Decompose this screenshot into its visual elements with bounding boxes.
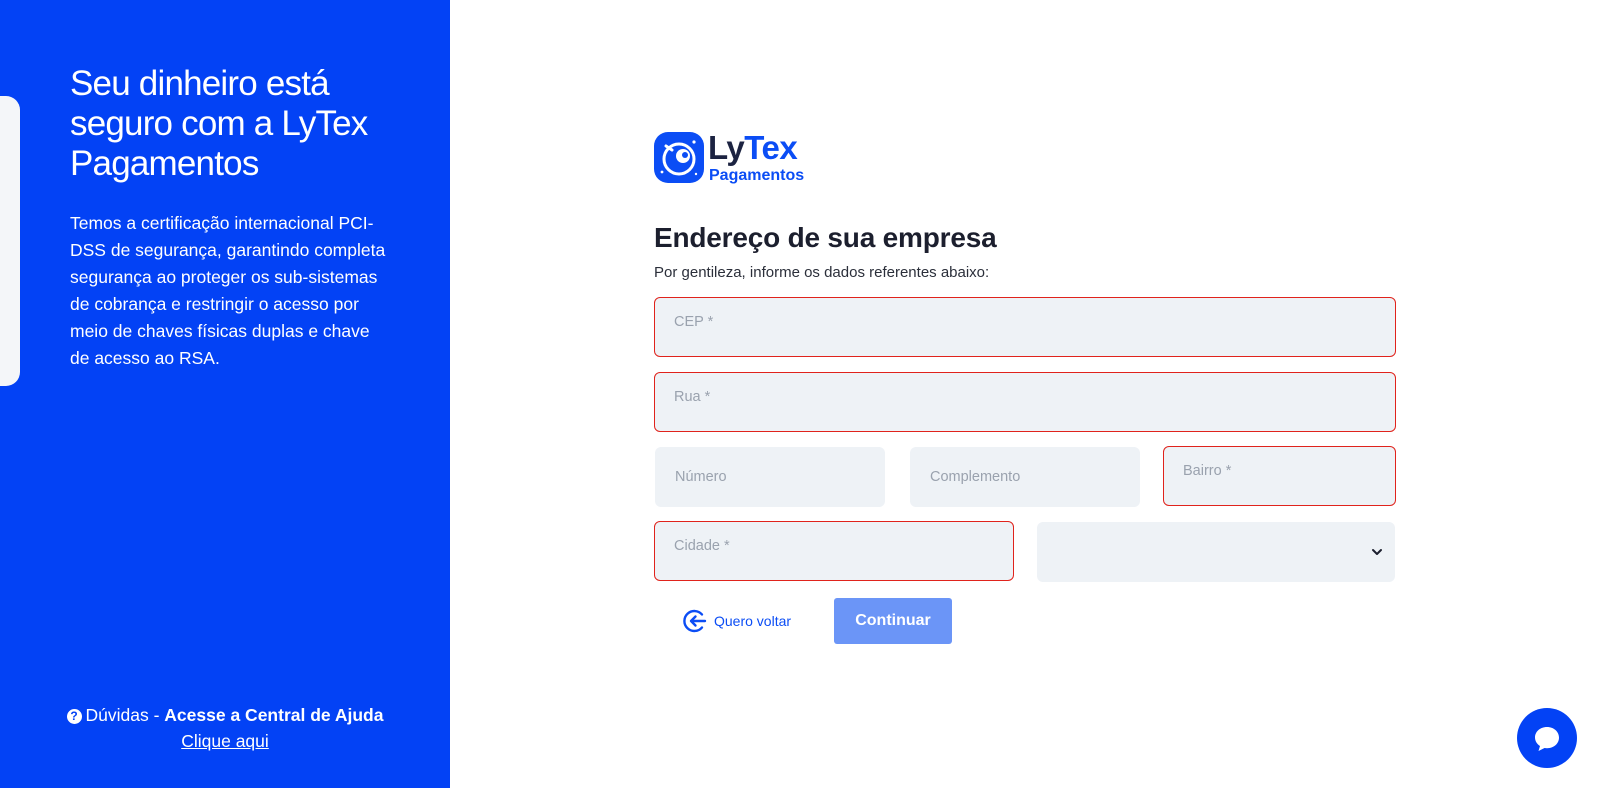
numero-input[interactable] [655,447,885,507]
continue-button[interactable]: Continuar [834,598,952,644]
help-prefix: Dúvidas - [85,705,165,725]
astronaut-icon [654,132,704,183]
logo-subtitle: Pagamentos [709,167,805,184]
left-panel: Seu dinheiro está seguro com a LyTex Pag… [0,0,450,788]
back-button[interactable]: Quero voltar [682,606,791,636]
help-line: ? Dúvidas - Acesse a Central de Ajuda [0,705,450,726]
help-center-link[interactable]: Clique aqui [181,731,269,751]
rua-input[interactable] [654,372,1396,432]
chat-bubble-icon [1535,727,1559,751]
chat-button[interactable] [1517,708,1577,768]
question-circle-icon: ? [66,709,82,724]
back-label: Quero voltar [714,613,792,629]
chevron-down-icon [1372,549,1382,555]
panel-heading: Seu dinheiro está seguro com a LyTex Pag… [70,64,368,183]
panel-description: Temos a certificação internacional PCI-D… [70,213,386,368]
cidade-input[interactable] [654,521,1014,581]
logo-wordmark: LyTex [708,129,798,166]
arrow-left-circle-icon [683,609,707,633]
lytex-logo: LyTex Pagamentos [654,129,824,186]
side-tab[interactable] [0,96,20,386]
help-emphasis: Acesse a Central de Ajuda [164,705,384,725]
form-subtitle: Por gentileza, informe os dados referent… [654,264,990,281]
complemento-input[interactable] [910,447,1140,507]
estado-select[interactable] [1037,522,1395,582]
bairro-input[interactable] [1163,446,1396,506]
cep-input[interactable] [654,297,1396,357]
form-title: Endereço de sua empresa [654,222,997,253]
